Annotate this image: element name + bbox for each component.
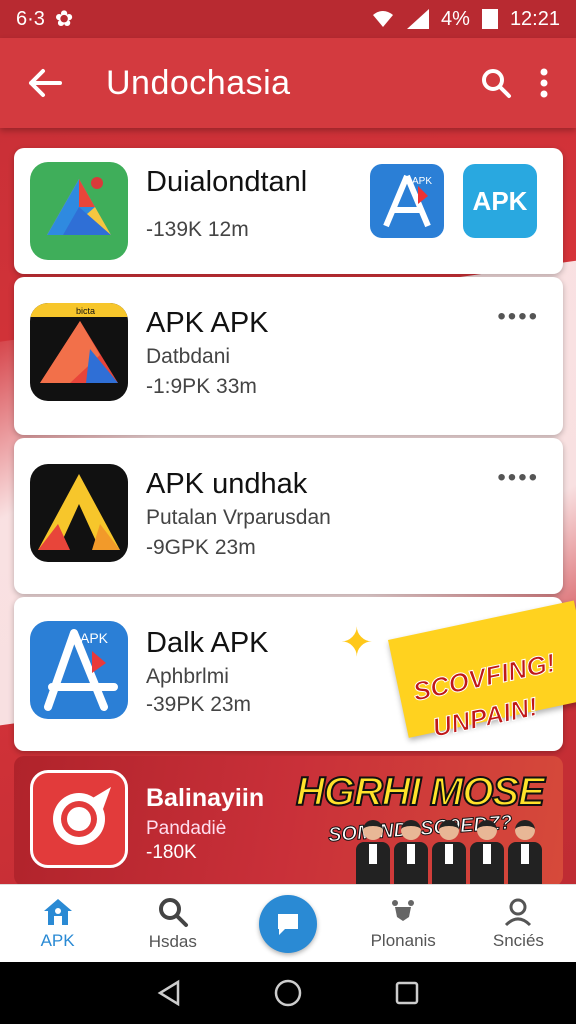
app-list-item[interactable]: APK undhak Putalan Vrparusdan -9GPK 23m … (14, 438, 563, 594)
status-bar: 6·3 ✿ 4% 12:21 (0, 0, 576, 38)
search-icon (158, 897, 188, 927)
apk-mini-label: APK (412, 176, 432, 187)
apk-app-icon (30, 464, 128, 562)
flower-icon: ✿ (54, 6, 74, 31)
apk-app-icon: APK (30, 621, 128, 719)
app-stats: -1:9PK 33m (146, 375, 257, 398)
battery-icon (481, 9, 498, 29)
drive-app-icon (30, 162, 128, 260)
app-subtitle: Aphbrlmi (146, 665, 229, 688)
nav-item-notifications[interactable]: Plonanis (346, 897, 461, 951)
app-subtitle: Datbdani (146, 345, 231, 368)
signal-icon (407, 9, 430, 29)
apk-app-icon: bicta (30, 303, 128, 401)
home-circle-icon[interactable] (273, 978, 303, 1008)
nav-item-chat[interactable] (230, 894, 345, 953)
icon-caption: APK (80, 630, 109, 646)
wifi-icon (373, 11, 394, 27)
notification-icon (392, 899, 415, 921)
app-name: Dalk APK (146, 627, 269, 659)
app-stats: -9GPK 23m (146, 536, 256, 559)
system-navigation-bar (0, 962, 576, 1024)
nav-label: Plonanis (370, 930, 436, 950)
back-triangle-icon[interactable] (156, 979, 182, 1007)
promo-people-image (356, 820, 542, 886)
promo-subtitle: Pandadiė (146, 818, 227, 839)
promo-app-name: Balinayiin (146, 784, 265, 812)
app-name: APK APK (146, 307, 269, 339)
apk-mini-icon-1[interactable]: APK (370, 164, 444, 238)
app-list-item[interactable]: bicta APK APK Datbdani -1:9PK 33m •••• (14, 277, 563, 435)
app-stats: -39PK 23m (146, 693, 252, 716)
app-name: APK undhak (146, 468, 308, 500)
icon-caption: bicta (76, 306, 95, 316)
app-bar: Undochasia (0, 38, 576, 128)
app-subtitle: Putalan Vrparusdan (146, 506, 331, 529)
promo-stats: -180K (146, 842, 197, 863)
more-options-icon[interactable]: •••• (497, 303, 539, 331)
promo-headline: HGRHI MOSE (295, 769, 546, 815)
arrow-left-icon (29, 69, 62, 97)
status-left-text: 6·3 (16, 7, 45, 30)
nav-item-search[interactable]: Hsdas (115, 896, 230, 952)
recents-square-icon[interactable] (394, 980, 420, 1006)
battery-percent: 4% (441, 7, 470, 30)
apk-mini-icon-2[interactable]: APK (463, 164, 537, 238)
app-list-item[interactable]: Duialondtanl -139K 12m APK APK (14, 148, 563, 274)
search-icon[interactable] (480, 67, 512, 99)
home-icon (43, 898, 72, 925)
nav-item-profile[interactable]: Snciés (461, 897, 576, 951)
more-options-icon[interactable]: •••• (497, 464, 539, 492)
page-title: Undochasia (106, 63, 291, 102)
more-vert-icon[interactable] (540, 68, 548, 98)
nav-label: Hsdas (148, 931, 197, 951)
app-name: Duialondtanl (146, 166, 308, 198)
profile-icon (505, 898, 532, 926)
nav-label: Snciés (492, 930, 544, 950)
nav-label: APK (40, 930, 75, 950)
clock: 12:21 (509, 7, 560, 30)
back-button[interactable] (0, 68, 90, 98)
target-app-icon (30, 770, 128, 868)
chat-icon (278, 913, 298, 935)
app-stats: -139K 12m (146, 218, 249, 241)
nav-item-apk[interactable]: APK (0, 897, 115, 951)
star-burst-icon: ✦ (340, 621, 374, 665)
bottom-navigation: APK Hsdas Plonanis Snciés (0, 884, 576, 962)
chat-fab[interactable] (259, 894, 317, 953)
